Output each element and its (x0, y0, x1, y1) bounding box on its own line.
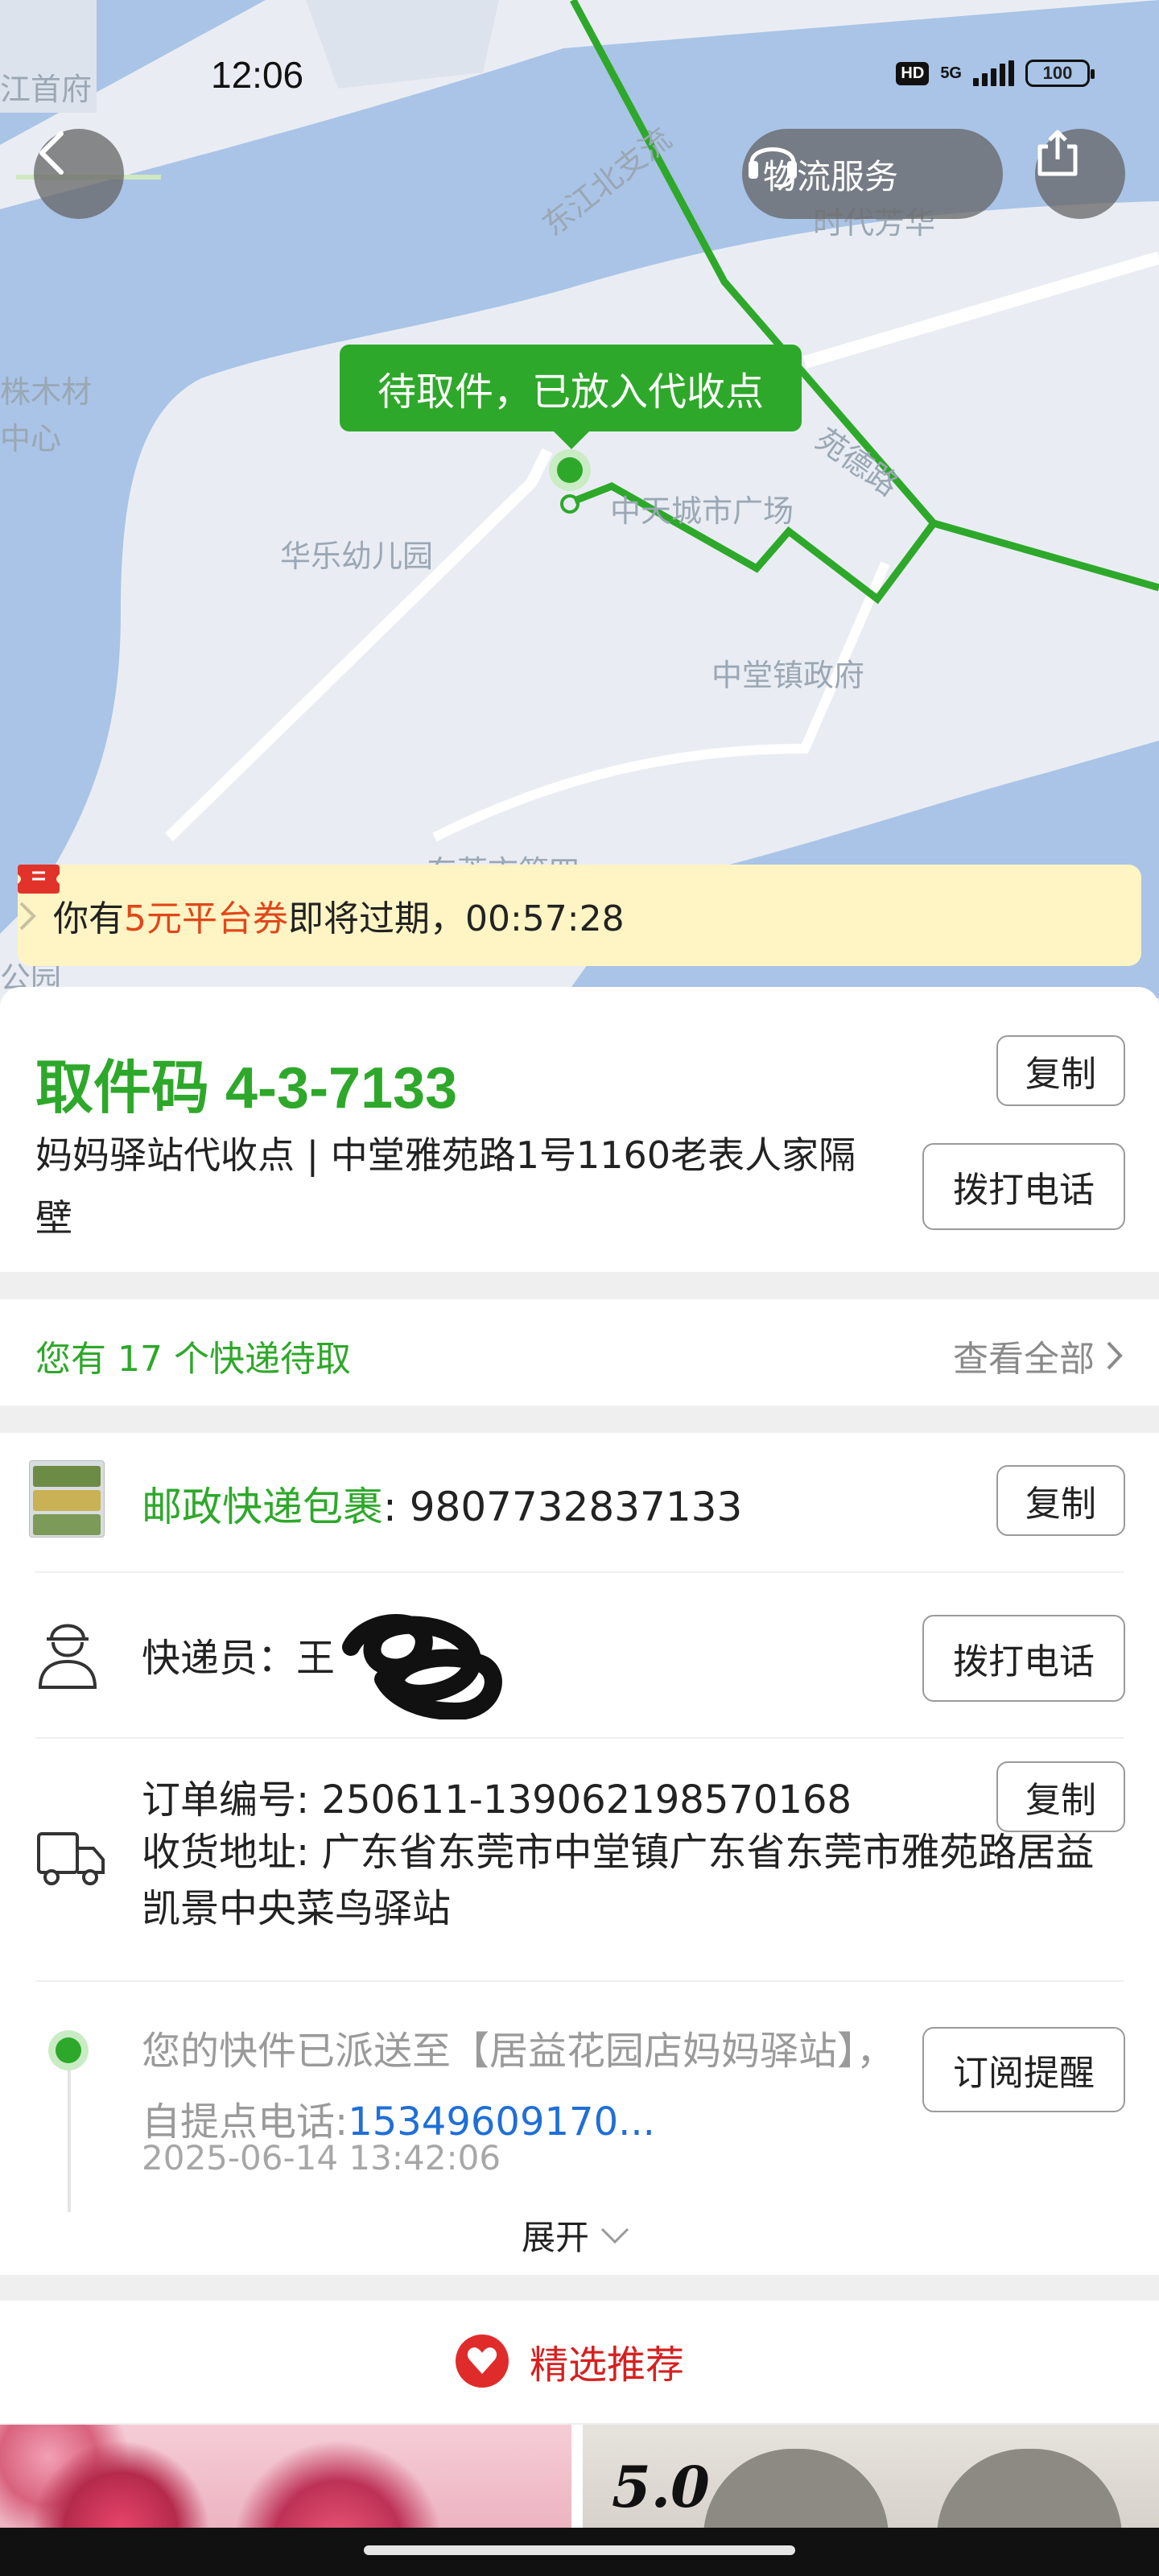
chevron-right-icon (19, 902, 36, 931)
recommend-header: 精选推荐 (0, 2301, 1159, 2423)
map-label-kindergarten: 华乐幼儿园 (280, 539, 434, 574)
hd-icon: HD (896, 61, 930, 85)
package-tracking-line: 邮政快递包裹: 9807732837133 (142, 1475, 742, 1533)
tracking-status-dot (48, 2030, 89, 2070)
divider (35, 1980, 1124, 1982)
chevron-right-icon (1107, 1341, 1123, 1370)
coupon-ticket-icon (18, 865, 60, 894)
view-all-label: 查看全部 (953, 1339, 1095, 1380)
share-icon (1037, 130, 1078, 176)
package-thumbnail (29, 1460, 105, 1538)
coupon-suffix: 即将过期，00:57:28 (288, 898, 625, 939)
map-label-timber-center-1: 株木材 (0, 374, 93, 410)
copy-order-button[interactable]: 复制 (996, 1761, 1125, 1832)
tracking-number: : 9807732837133 (383, 1484, 743, 1530)
divider (35, 1737, 1124, 1739)
call-courier-button[interactable]: 拨打电话 (922, 1615, 1125, 1702)
copy-pickup-code-button[interactable]: 复制 (996, 1035, 1125, 1106)
home-indicator[interactable] (0, 2528, 1159, 2576)
heart-icon (456, 2334, 509, 2388)
status-icons: HD 5G 100 (896, 60, 1095, 87)
status-time: 12:06 (211, 54, 304, 96)
map-label-timber-center-2: 中心 (0, 421, 62, 456)
pickup-status-bubble: 待取件，已放入代收点 (340, 345, 802, 449)
map-view[interactable]: 江首府 东江北支流 时代芳华 株木材 中心 苑德路 中天城市广场 华乐幼儿园 中… (0, 0, 1159, 998)
courier-icon (38, 1624, 97, 1689)
tracking-timeline-line (68, 2070, 71, 2212)
logistics-service-button[interactable]: 物流服务 (742, 129, 1003, 219)
pickup-card: 取件码 4-3-7133 复制 妈妈驿站代收点 | 中堂雅苑路1号1160老表人… (0, 987, 1159, 1272)
product-score: 5.0 (612, 2454, 710, 2520)
share-button[interactable] (1035, 129, 1125, 219)
coupon-highlight: 5元平台券 (124, 898, 288, 939)
order-number: 订单编号: 250611-139062198570168 (142, 1777, 852, 1823)
delivery-address: 收货地址: 广东省东莞市中堂镇广东省东莞市雅苑路居益凯景中央菜鸟驿站 (142, 1830, 1095, 1931)
courier-name: 王 (296, 1636, 336, 1681)
chevron-left-icon (39, 131, 64, 175)
subscribe-reminder-button[interactable]: 订阅提醒 (922, 2027, 1125, 2112)
view-all-link[interactable]: 查看全部 (953, 1330, 1124, 1381)
expand-label: 展开 (522, 2218, 590, 2257)
back-button[interactable] (34, 129, 124, 219)
headset-icon (749, 147, 797, 188)
network-type: 5G (940, 64, 962, 82)
tracking-time: 2025-06-14 13:42:06 (142, 2138, 501, 2178)
expand-toggle[interactable]: 展开 (522, 2211, 631, 2260)
pickup-address: 妈妈驿站代收点 | 中堂雅苑路1号1160老表人家隔壁 (35, 1133, 856, 1240)
divider (35, 1571, 1124, 1573)
courier-label: 快递员： (142, 1636, 297, 1681)
coupon-prefix: 你有 (53, 898, 124, 939)
truck-icon (37, 1832, 105, 1885)
call-station-button[interactable]: 拨打电话 (922, 1143, 1125, 1230)
map-label-county-gov: 江首府 (0, 72, 93, 107)
signal-icon (973, 60, 1014, 86)
pending-count-text: 您有 17 个快递待取 (35, 1339, 351, 1380)
map-label-mall: 中天城市广场 (610, 493, 794, 529)
battery-icon: 100 (1025, 60, 1095, 87)
tracking-latest-text: 您的快件已派送至【居益花园店妈妈驿站】，自提点电话:15349609170... (142, 2016, 898, 2157)
courier-info: 快递员：王 (142, 1626, 335, 1682)
map-label-town-gov: 中堂镇政府 (711, 658, 865, 693)
carrier-name: 邮政快递包裹 (142, 1484, 383, 1530)
recommend-title: 精选推荐 (456, 2333, 684, 2389)
redaction-scribble (342, 1614, 502, 1719)
pickup-code: 取件码 4-3-7133 (35, 1056, 458, 1121)
package-detail-card: 邮政快递包裹: 9807732837133 复制 快递员：王 拨打电话 订单编号… (0, 1433, 1159, 2275)
chevron-down-icon (600, 2227, 629, 2244)
recommend-label: 精选推荐 (530, 2343, 685, 2388)
copy-tracking-button[interactable]: 复制 (996, 1465, 1125, 1536)
coupon-banner[interactable]: 你有 5元平台券 即将过期，00:57:28 (18, 865, 1141, 966)
pending-bar[interactable]: 您有 17 个快递待取 查看全部 (0, 1299, 1159, 1406)
